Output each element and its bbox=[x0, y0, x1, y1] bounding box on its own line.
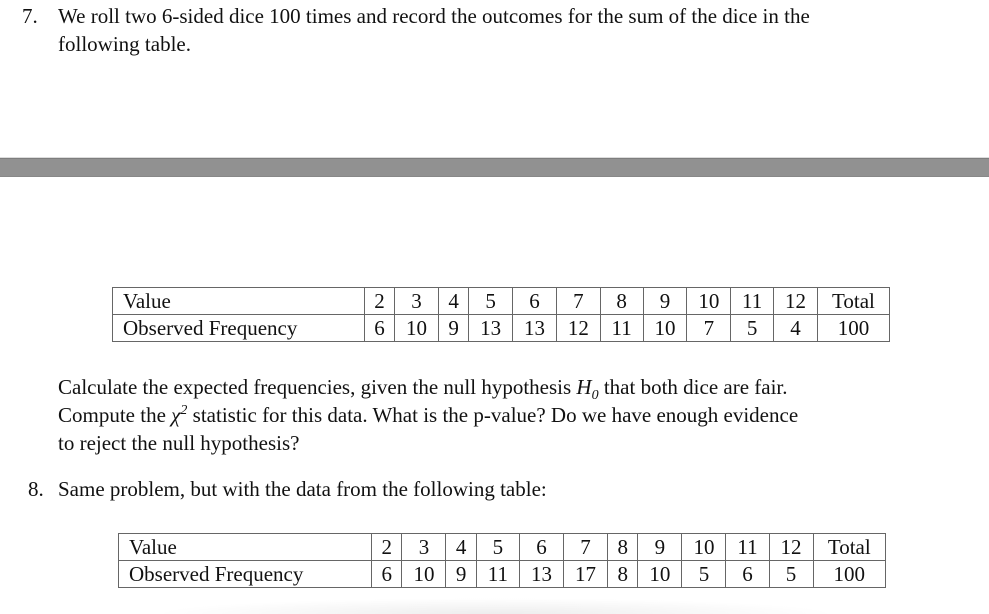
h-symbol: H bbox=[576, 375, 592, 399]
observed-cell: 12 bbox=[555, 314, 601, 342]
table-row-values: Value 2 3 4 5 6 7 8 9 10 11 12 Total bbox=[112, 287, 891, 315]
value-cell: 7 bbox=[562, 533, 608, 561]
problem-7-text-line-1: We roll two 6-sided dice 100 times and r… bbox=[58, 4, 810, 28]
value-cell: 12 bbox=[768, 533, 814, 561]
table-row-values: Value 2 3 4 5 6 7 8 9 10 11 12 Total bbox=[117, 533, 887, 561]
value-cell: 2 bbox=[363, 287, 396, 315]
problem-7-number: 7. bbox=[22, 4, 38, 28]
observed-cell: 7 bbox=[686, 314, 732, 342]
value-cell: 2 bbox=[371, 533, 403, 561]
observed-cell: 17 bbox=[562, 560, 608, 588]
observed-cell: 6 bbox=[371, 560, 403, 588]
value-cell: 8 bbox=[606, 533, 639, 561]
page-bottom-shadow bbox=[150, 598, 840, 614]
problem-7-text-line-2: following table. bbox=[58, 32, 191, 56]
value-cell: 9 bbox=[642, 287, 688, 315]
row-label-observed-frequency: Observed Frequency bbox=[117, 560, 373, 588]
value-cell: 11 bbox=[725, 533, 770, 561]
observed-cell: 10 bbox=[642, 314, 688, 342]
value-cell: 4 bbox=[445, 533, 477, 561]
observed-cell: 5 bbox=[730, 314, 775, 342]
observed-cell: 10 bbox=[637, 560, 683, 588]
observed-cell: 5 bbox=[768, 560, 814, 588]
frequency-table-2: Value 2 3 4 5 6 7 8 9 10 11 12 Total Obs… bbox=[117, 533, 887, 588]
total-header-cell: Total bbox=[816, 287, 891, 315]
divider-bar bbox=[0, 157, 989, 177]
problem-8-number: 8. bbox=[28, 477, 44, 501]
observed-cell: 10 bbox=[394, 314, 439, 342]
total-header-cell: Total bbox=[812, 533, 887, 561]
observed-cell: 4 bbox=[773, 314, 818, 342]
observed-cell: 9 bbox=[445, 560, 477, 588]
value-cell: 4 bbox=[437, 287, 470, 315]
observed-cell: 6 bbox=[725, 560, 770, 588]
instructions-text: Calculate the expected frequencies, give… bbox=[58, 375, 577, 399]
value-cell: 8 bbox=[599, 287, 644, 315]
row-label-value: Value bbox=[112, 287, 365, 315]
instructions-text: statistic for this data. What is the p-v… bbox=[187, 403, 799, 427]
row-label-value: Value bbox=[117, 533, 373, 561]
value-cell: 5 bbox=[475, 533, 520, 561]
observed-cell: 13 bbox=[512, 314, 557, 342]
observed-cell: 9 bbox=[437, 314, 470, 342]
value-cell: 5 bbox=[468, 287, 514, 315]
chi-squared-symbol: χ2 bbox=[171, 403, 187, 427]
instructions-line-1: Calculate the expected frequencies, give… bbox=[58, 373, 788, 403]
observed-cell: 11 bbox=[475, 560, 520, 588]
instructions-text: Compute the bbox=[58, 403, 172, 427]
value-cell: 3 bbox=[401, 533, 447, 561]
observed-cell: 6 bbox=[363, 314, 396, 342]
instructions-line-3: to reject the null hypothesis? bbox=[58, 431, 300, 455]
observed-cell: 5 bbox=[681, 560, 727, 588]
value-cell: 12 bbox=[773, 287, 818, 315]
value-cell: 10 bbox=[681, 533, 727, 561]
instructions-line-2: Compute the χ2 statistic for this data. … bbox=[58, 401, 798, 429]
total-value-cell: 100 bbox=[812, 560, 887, 588]
frequency-table-1: Value 2 3 4 5 6 7 8 9 10 11 12 Total Obs… bbox=[112, 287, 891, 342]
row-label-observed-frequency: Observed Frequency bbox=[112, 314, 365, 342]
observed-cell: 13 bbox=[468, 314, 514, 342]
value-cell: 9 bbox=[637, 533, 683, 561]
total-value-cell: 100 bbox=[816, 314, 891, 342]
problem-8-text: Same problem, but with the data from the… bbox=[58, 477, 547, 501]
observed-cell: 8 bbox=[606, 560, 639, 588]
table-row-observed: Observed Frequency 6 10 9 11 13 17 8 10 … bbox=[117, 560, 887, 588]
value-cell: 3 bbox=[394, 287, 439, 315]
value-cell: 11 bbox=[730, 287, 775, 315]
value-cell: 6 bbox=[518, 533, 564, 561]
observed-cell: 11 bbox=[599, 314, 644, 342]
observed-cell: 13 bbox=[518, 560, 564, 588]
null-hypothesis-symbol: H0 bbox=[576, 375, 598, 403]
value-cell: 6 bbox=[512, 287, 557, 315]
observed-cell: 10 bbox=[401, 560, 447, 588]
value-cell: 10 bbox=[686, 287, 732, 315]
value-cell: 7 bbox=[555, 287, 601, 315]
instructions-text: that both dice are fair. bbox=[598, 375, 788, 399]
table-row-observed: Observed Frequency 6 10 9 13 13 12 11 10… bbox=[112, 314, 891, 342]
